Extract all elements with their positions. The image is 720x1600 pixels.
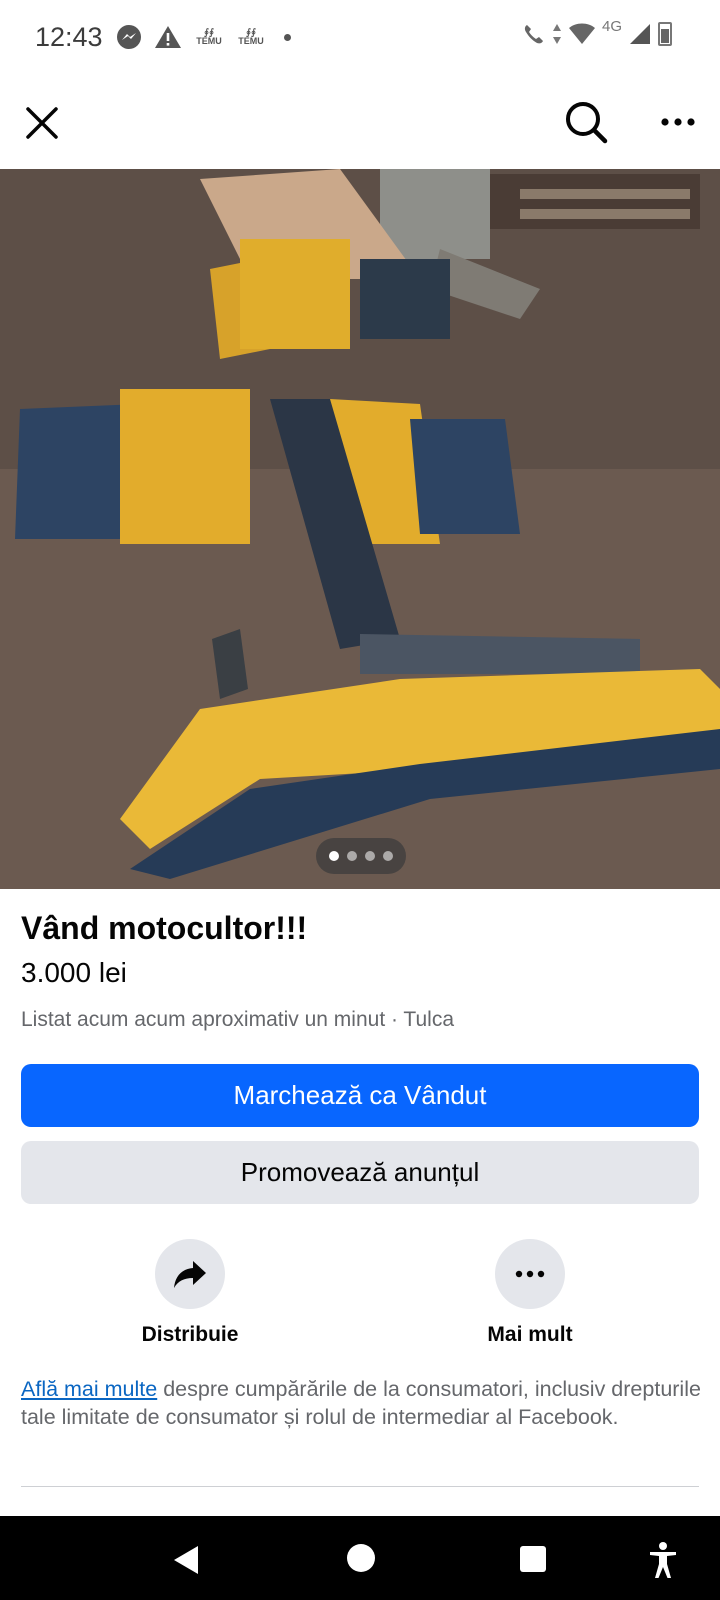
divider — [21, 1486, 699, 1487]
pager-dot — [383, 851, 393, 861]
pager-dot — [347, 851, 357, 861]
home-icon[interactable] — [347, 1544, 375, 1572]
learn-more-link[interactable]: Află mai multe — [21, 1377, 157, 1401]
system-icons: 4G — [522, 18, 672, 46]
status-bar: 12:43 ∮∮ TEMU ∮∮ TEMU 4G — [0, 0, 720, 76]
wifi-icon — [568, 23, 595, 44]
share-button[interactable] — [155, 1239, 225, 1309]
consumer-info: Află mai multe despre cumpărările de la … — [21, 1375, 701, 1431]
more-icon[interactable] — [656, 102, 700, 142]
share-arrow-icon — [174, 1261, 206, 1288]
tiller-image — [0, 169, 720, 889]
pager-dot — [365, 851, 375, 861]
network-type: 4G — [601, 17, 622, 35]
more-button[interactable] — [495, 1239, 565, 1309]
notification-icons: ∮∮ TEMU ∮∮ TEMU — [116, 24, 291, 50]
share-label: Distribuie — [141, 1323, 239, 1346]
mark-sold-button[interactable]: Marchează ca Vândut — [21, 1064, 699, 1127]
alert-icon — [155, 26, 181, 48]
recents-icon[interactable] — [520, 1546, 546, 1572]
battery-icon — [658, 22, 672, 46]
temu-icon: ∮∮ TEMU — [196, 27, 222, 46]
pager-dot-active — [329, 851, 339, 861]
listing-title: Vând motocultor!!! — [21, 910, 308, 946]
promote-listing-button[interactable]: Promovează anunțul — [21, 1141, 699, 1204]
more-label: Mai mult — [487, 1323, 573, 1346]
data-arrows-icon — [552, 24, 561, 44]
close-icon[interactable] — [22, 103, 62, 143]
accessibility-icon[interactable] — [648, 1540, 678, 1580]
cell-signal-icon — [630, 24, 650, 44]
messenger-icon — [117, 25, 141, 49]
temu-icon: ∮∮ TEMU — [238, 27, 264, 46]
more-action[interactable]: Mai mult — [450, 1239, 610, 1347]
back-icon[interactable] — [168, 1540, 208, 1580]
share-action[interactable]: Distribuie — [110, 1239, 270, 1347]
listing-price: 3.000 lei — [21, 957, 127, 988]
status-time: 12:43 — [35, 22, 103, 52]
wifi-call-icon — [524, 25, 543, 44]
photo-pager[interactable] — [316, 838, 406, 874]
more-dots-icon — [515, 1270, 545, 1278]
listing-photo[interactable] — [0, 169, 720, 889]
system-nav-bar — [0, 1516, 720, 1600]
listing-meta: Listat acum acum aproximativ un minut · … — [21, 1008, 455, 1031]
dot-icon — [284, 33, 291, 41]
search-icon[interactable] — [562, 98, 610, 146]
top-nav — [0, 76, 720, 169]
